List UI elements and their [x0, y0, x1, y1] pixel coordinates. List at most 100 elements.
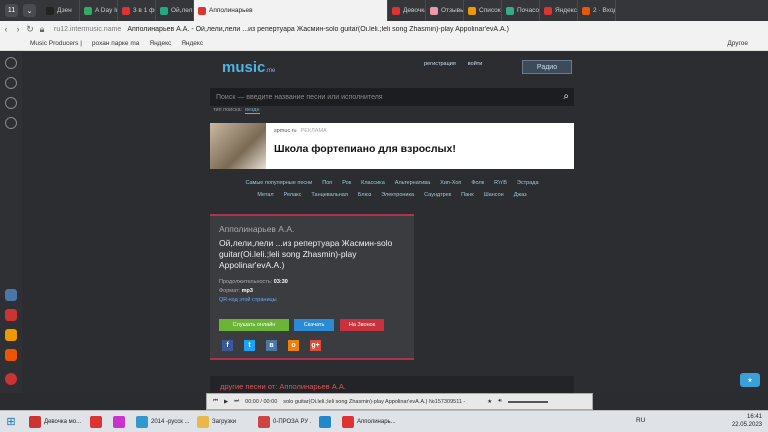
- taskbar-app-icon: [319, 415, 331, 428]
- genre-link[interactable]: Метал: [257, 192, 273, 198]
- tab-favicon: [582, 6, 590, 15]
- taskbar-app-icon: [136, 415, 148, 428]
- login-link[interactable]: войти: [468, 61, 483, 67]
- tab-11[interactable]: 2 · Входя: [578, 0, 616, 21]
- genre-link[interactable]: Рок: [342, 180, 351, 186]
- page-content: music.me регистрация войти Радио Поиск —…: [22, 51, 768, 393]
- genre-link[interactable]: Блюз: [358, 192, 371, 198]
- sidebar-history-icon[interactable]: [5, 77, 17, 89]
- google-plus-icon[interactable]: g+: [310, 340, 321, 351]
- genre-link[interactable]: Шансон: [484, 192, 504, 198]
- facebook-icon[interactable]: f: [222, 340, 233, 351]
- tab-8[interactable]: Список п: [464, 0, 502, 21]
- play-icon[interactable]: ▶: [224, 399, 228, 405]
- ad-title: Школа фортепиано для взрослых!: [274, 143, 456, 155]
- taskbar-label: Девочка мо...: [44, 418, 82, 425]
- genre-link[interactable]: Джаз: [514, 192, 527, 198]
- genre-link[interactable]: Самые популярные песни: [245, 180, 312, 186]
- taskbar-item[interactable]: [109, 413, 129, 431]
- odnoklassniki-icon[interactable]: о: [288, 340, 299, 351]
- ringtone-button[interactable]: На Звонок: [340, 319, 384, 331]
- taskbar-item[interactable]: Апполинарь...: [338, 413, 396, 431]
- alice-icon[interactable]: [5, 373, 17, 385]
- bookmarks-other[interactable]: Другое: [727, 40, 748, 47]
- browser-sidebar: [0, 51, 22, 393]
- tab-counter[interactable]: 11: [5, 4, 18, 17]
- genre-link[interactable]: R'n'B: [494, 180, 507, 186]
- rating-icon[interactable]: ★: [740, 373, 760, 387]
- url-field[interactable]: ru12.intermusic.name: [54, 26, 121, 33]
- tab-6[interactable]: Девочка: [388, 0, 426, 21]
- taskbar-item[interactable]: 2014 -русск ...: [132, 413, 190, 431]
- forward-icon[interactable]: ›: [12, 24, 24, 34]
- genre-link[interactable]: Поп: [322, 180, 332, 186]
- sidebar-home-icon[interactable]: [5, 57, 17, 69]
- genre-link[interactable]: Эстрада: [517, 180, 539, 186]
- register-link[interactable]: регистрация: [424, 61, 456, 67]
- sidebar-play-icon[interactable]: [5, 97, 17, 109]
- audio-player: ⏮ ▶ ⏭ 00:00 / 00:00 solo guitar(Oi.leli.…: [206, 393, 593, 410]
- search-icon[interactable]: ⌕: [563, 91, 569, 102]
- search-input[interactable]: Поиск — введите название песни или испол…: [210, 88, 574, 106]
- ad-banner[interactable]: spmuc.ru РЕКЛАМА Школа фортепиано для взр…: [210, 123, 574, 169]
- tab-favicon: [544, 6, 552, 15]
- twitter-icon[interactable]: t: [244, 340, 255, 351]
- genre-link[interactable]: Классика: [361, 180, 385, 186]
- reload-icon[interactable]: ↻: [24, 24, 36, 35]
- vk-share-icon[interactable]: в: [266, 340, 277, 351]
- search-type-select[interactable]: везде: [245, 107, 260, 114]
- artist-name[interactable]: Апполинарьев А.А.: [219, 224, 294, 234]
- sidebar-moon-icon[interactable]: [5, 329, 17, 341]
- auth-links: регистрация войти: [424, 61, 482, 67]
- genre-link[interactable]: Панк: [461, 192, 473, 198]
- qr-link[interactable]: QR-код этой страницы: [219, 297, 277, 303]
- tab-4[interactable]: Ой,лели: [156, 0, 194, 21]
- tab-favicon: [468, 6, 476, 15]
- tab-favicon: [198, 6, 206, 15]
- taskbar-item[interactable]: Загрузки: [193, 413, 251, 431]
- genre-link[interactable]: Фолк: [471, 180, 484, 186]
- clock[interactable]: 16:41 22.05.2023: [732, 413, 762, 429]
- taskbar-item[interactable]: [315, 413, 335, 431]
- bookmark-2[interactable]: рохан парке ma: [92, 40, 139, 47]
- taskbar-item[interactable]: 0-ПРОЗА РУ ...: [254, 413, 312, 431]
- tab-2[interactable]: A Day In: [80, 0, 118, 21]
- vk-icon[interactable]: [5, 289, 17, 301]
- taskbar-item[interactable]: Девочка мо...: [25, 413, 83, 431]
- tab-9[interactable]: Почасово: [502, 0, 540, 21]
- tab-1[interactable]: Дзен: [42, 0, 80, 21]
- windows-start-icon[interactable]: ⊞: [0, 415, 22, 428]
- genre-link[interactable]: Саундтрек: [424, 192, 451, 198]
- sidebar-downloads-icon[interactable]: [5, 117, 17, 129]
- genre-link[interactable]: Хип-Хоп: [440, 180, 461, 186]
- listen-button[interactable]: Слушать онлайн: [219, 319, 289, 331]
- tab-7[interactable]: Отзывы: [426, 0, 464, 21]
- download-button[interactable]: Скачать: [294, 319, 334, 331]
- chevron-down-icon[interactable]: ⌄: [23, 4, 36, 17]
- language-indicator[interactable]: RU: [636, 417, 645, 424]
- site-logo[interactable]: music.me: [222, 59, 275, 76]
- volume-icon[interactable]: 🔊︎: [498, 398, 501, 405]
- taskbar-item[interactable]: [86, 413, 106, 431]
- genre-link[interactable]: Релакс: [284, 192, 302, 198]
- prev-icon[interactable]: ⏮: [213, 398, 218, 405]
- bookmark-4[interactable]: Яндекс: [181, 40, 203, 47]
- genre-link[interactable]: Танцевальная: [311, 192, 347, 198]
- tab-10[interactable]: Яндекс: [540, 0, 578, 21]
- radio-button[interactable]: Радио: [522, 60, 572, 74]
- genre-link[interactable]: Альтернатива: [395, 180, 430, 186]
- genre-link[interactable]: Электроника: [381, 192, 414, 198]
- taskbar-app-icon: [342, 415, 354, 428]
- back-icon[interactable]: ‹: [0, 24, 12, 34]
- bookmark-1[interactable]: Music Producers |: [30, 40, 82, 47]
- tab-5[interactable]: Апполинарьев: [194, 0, 388, 21]
- star-icon[interactable]: ★: [487, 399, 492, 405]
- volume-slider[interactable]: [507, 400, 548, 403]
- sidebar-mail-icon[interactable]: [5, 349, 17, 361]
- next-icon[interactable]: ⏭: [234, 398, 239, 405]
- tab-favicon: [46, 6, 54, 15]
- bookmark-3[interactable]: Яндекс: [149, 40, 171, 47]
- ad-source: spmuc.ru РЕКЛАМА: [274, 128, 327, 134]
- sidebar-app-icon[interactable]: [5, 309, 17, 321]
- tab-3[interactable]: 3 в 1 фор: [118, 0, 156, 21]
